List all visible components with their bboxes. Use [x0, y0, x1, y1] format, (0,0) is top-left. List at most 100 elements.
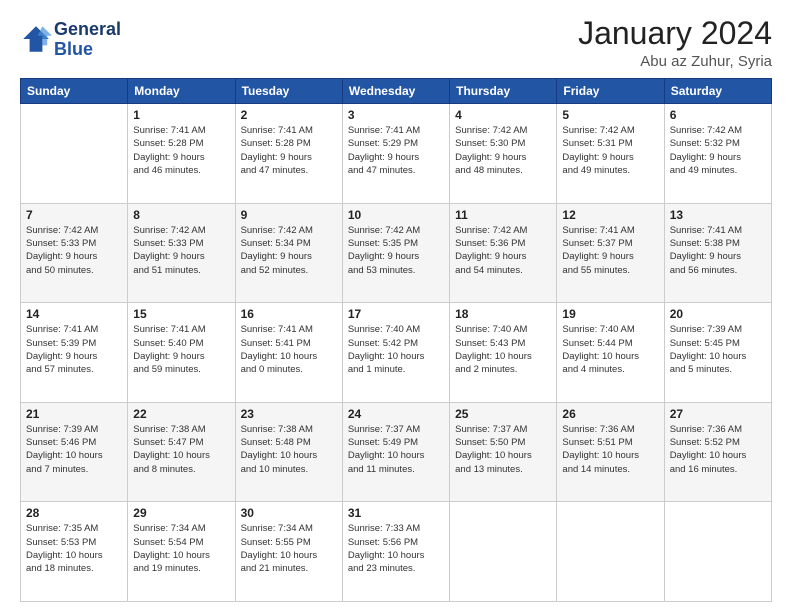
day-number: 16 [241, 307, 337, 321]
sunset-text: Sunset: 5:31 PM [562, 137, 658, 150]
day-info: Sunrise: 7:41 AMSunset: 5:37 PMDaylight:… [562, 224, 658, 277]
day-info: Sunrise: 7:34 AMSunset: 5:55 PMDaylight:… [241, 522, 337, 575]
weekday-header-thursday: Thursday [450, 79, 557, 104]
sunrise-text: Sunrise: 7:42 AM [26, 224, 122, 237]
daylight-text-line1: Daylight: 10 hours [455, 350, 551, 363]
daylight-text-line1: Daylight: 10 hours [455, 449, 551, 462]
sunrise-text: Sunrise: 7:34 AM [133, 522, 229, 535]
calendar-cell: 25Sunrise: 7:37 AMSunset: 5:50 PMDayligh… [450, 402, 557, 502]
day-info: Sunrise: 7:39 AMSunset: 5:45 PMDaylight:… [670, 323, 766, 376]
daylight-text-line2: and 11 minutes. [348, 463, 444, 476]
calendar-cell: 15Sunrise: 7:41 AMSunset: 5:40 PMDayligh… [128, 303, 235, 403]
day-info: Sunrise: 7:41 AMSunset: 5:28 PMDaylight:… [133, 124, 229, 177]
sunset-text: Sunset: 5:54 PM [133, 536, 229, 549]
sunrise-text: Sunrise: 7:34 AM [241, 522, 337, 535]
sunset-text: Sunset: 5:51 PM [562, 436, 658, 449]
sunset-text: Sunset: 5:36 PM [455, 237, 551, 250]
daylight-text-line2: and 8 minutes. [133, 463, 229, 476]
daylight-text-line2: and 7 minutes. [26, 463, 122, 476]
sunrise-text: Sunrise: 7:41 AM [562, 224, 658, 237]
day-number: 7 [26, 208, 122, 222]
daylight-text-line1: Daylight: 9 hours [455, 250, 551, 263]
daylight-text-line2: and 1 minute. [348, 363, 444, 376]
sunrise-text: Sunrise: 7:37 AM [348, 423, 444, 436]
daylight-text-line1: Daylight: 9 hours [562, 250, 658, 263]
subtitle: Abu az Zuhur, Syria [578, 53, 772, 70]
daylight-text-line2: and 54 minutes. [455, 264, 551, 277]
daylight-text-line2: and 50 minutes. [26, 264, 122, 277]
sunset-text: Sunset: 5:32 PM [670, 137, 766, 150]
sunrise-text: Sunrise: 7:41 AM [241, 124, 337, 137]
calendar-cell: 13Sunrise: 7:41 AMSunset: 5:38 PMDayligh… [664, 203, 771, 303]
sunset-text: Sunset: 5:43 PM [455, 337, 551, 350]
daylight-text-line1: Daylight: 9 hours [26, 250, 122, 263]
daylight-text-line2: and 52 minutes. [241, 264, 337, 277]
day-number: 24 [348, 407, 444, 421]
sunset-text: Sunset: 5:42 PM [348, 337, 444, 350]
sunrise-text: Sunrise: 7:41 AM [348, 124, 444, 137]
daylight-text-line1: Daylight: 9 hours [455, 151, 551, 164]
sunrise-text: Sunrise: 7:42 AM [133, 224, 229, 237]
sunset-text: Sunset: 5:30 PM [455, 137, 551, 150]
day-number: 3 [348, 108, 444, 122]
day-number: 15 [133, 307, 229, 321]
calendar-cell: 10Sunrise: 7:42 AMSunset: 5:35 PMDayligh… [342, 203, 449, 303]
day-info: Sunrise: 7:38 AMSunset: 5:48 PMDaylight:… [241, 423, 337, 476]
daylight-text-line1: Daylight: 9 hours [133, 151, 229, 164]
main-title: January 2024 [578, 16, 772, 51]
calendar-cell: 2Sunrise: 7:41 AMSunset: 5:28 PMDaylight… [235, 104, 342, 204]
day-info: Sunrise: 7:38 AMSunset: 5:47 PMDaylight:… [133, 423, 229, 476]
sunrise-text: Sunrise: 7:40 AM [562, 323, 658, 336]
page: General Blue January 2024 Abu az Zuhur, … [0, 0, 792, 612]
daylight-text-line1: Daylight: 10 hours [241, 350, 337, 363]
sunset-text: Sunset: 5:33 PM [133, 237, 229, 250]
day-info: Sunrise: 7:35 AMSunset: 5:53 PMDaylight:… [26, 522, 122, 575]
daylight-text-line1: Daylight: 9 hours [26, 350, 122, 363]
daylight-text-line1: Daylight: 9 hours [133, 250, 229, 263]
day-number: 1 [133, 108, 229, 122]
daylight-text-line2: and 16 minutes. [670, 463, 766, 476]
sunset-text: Sunset: 5:38 PM [670, 237, 766, 250]
calendar-week-row: 1 Sunrise: 7:41 AMSunset: 5:28 PMDaylight… [21, 104, 772, 204]
sunrise-text: Sunrise: 7:40 AM [455, 323, 551, 336]
day-number: 5 [562, 108, 658, 122]
daylight-text-line2: and 18 minutes. [26, 562, 122, 575]
logo: General Blue [20, 20, 121, 60]
logo-line1: General [54, 20, 121, 40]
daylight-text-line2: and 10 minutes. [241, 463, 337, 476]
day-number: 18 [455, 307, 551, 321]
daylight-text-line2: and 57 minutes. [26, 363, 122, 376]
calendar-cell: 5 Sunrise: 7:42 AMSunset: 5:31 PMDaylight… [557, 104, 664, 204]
sunset-text: Sunset: 5:52 PM [670, 436, 766, 449]
day-info: Sunrise: 7:41 AMSunset: 5:39 PMDaylight:… [26, 323, 122, 376]
daylight-text-line1: Daylight: 10 hours [348, 449, 444, 462]
daylight-text-line1: Daylight: 10 hours [241, 549, 337, 562]
sunrise-text: Sunrise: 7:41 AM [133, 124, 229, 137]
daylight-text-line1: Daylight: 10 hours [562, 449, 658, 462]
daylight-text-line2: and 19 minutes. [133, 562, 229, 575]
calendar-cell: 12Sunrise: 7:41 AMSunset: 5:37 PMDayligh… [557, 203, 664, 303]
calendar-table: SundayMondayTuesdayWednesdayThursdayFrid… [20, 78, 772, 602]
calendar-cell: 20Sunrise: 7:39 AMSunset: 5:45 PMDayligh… [664, 303, 771, 403]
sunset-text: Sunset: 5:41 PM [241, 337, 337, 350]
daylight-text-line2: and 23 minutes. [348, 562, 444, 575]
day-info: Sunrise: 7:41 AMSunset: 5:41 PMDaylight:… [241, 323, 337, 376]
calendar-cell: 24 Sunrise: 7:37 AMSunset: 5:49 PMDayligh… [342, 402, 449, 502]
day-number: 11 [455, 208, 551, 222]
calendar-header-row: SundayMondayTuesdayWednesdayThursdayFrid… [21, 79, 772, 104]
sunrise-text: Sunrise: 7:42 AM [455, 124, 551, 137]
title-block: January 2024 Abu az Zuhur, Syria [578, 16, 772, 70]
calendar-cell: 22Sunrise: 7:38 AMSunset: 5:47 PMDayligh… [128, 402, 235, 502]
day-info: Sunrise: 7:36 AMSunset: 5:51 PMDaylight:… [562, 423, 658, 476]
sunrise-text: Sunrise: 7:41 AM [133, 323, 229, 336]
daylight-text-line1: Daylight: 10 hours [670, 449, 766, 462]
calendar-cell: 19Sunrise: 7:40 AMSunset: 5:44 PMDayligh… [557, 303, 664, 403]
sunset-text: Sunset: 5:49 PM [348, 436, 444, 449]
sunset-text: Sunset: 5:39 PM [26, 337, 122, 350]
day-info: Sunrise: 7:42 AMSunset: 5:33 PMDaylight:… [133, 224, 229, 277]
sunrise-text: Sunrise: 7:39 AM [26, 423, 122, 436]
calendar-week-row: 7Sunrise: 7:42 AMSunset: 5:33 PMDaylight… [21, 203, 772, 303]
daylight-text-line1: Daylight: 9 hours [241, 151, 337, 164]
day-info: Sunrise: 7:42 AMSunset: 5:31 PMDaylight:… [562, 124, 658, 177]
daylight-text-line2: and 47 minutes. [348, 164, 444, 177]
